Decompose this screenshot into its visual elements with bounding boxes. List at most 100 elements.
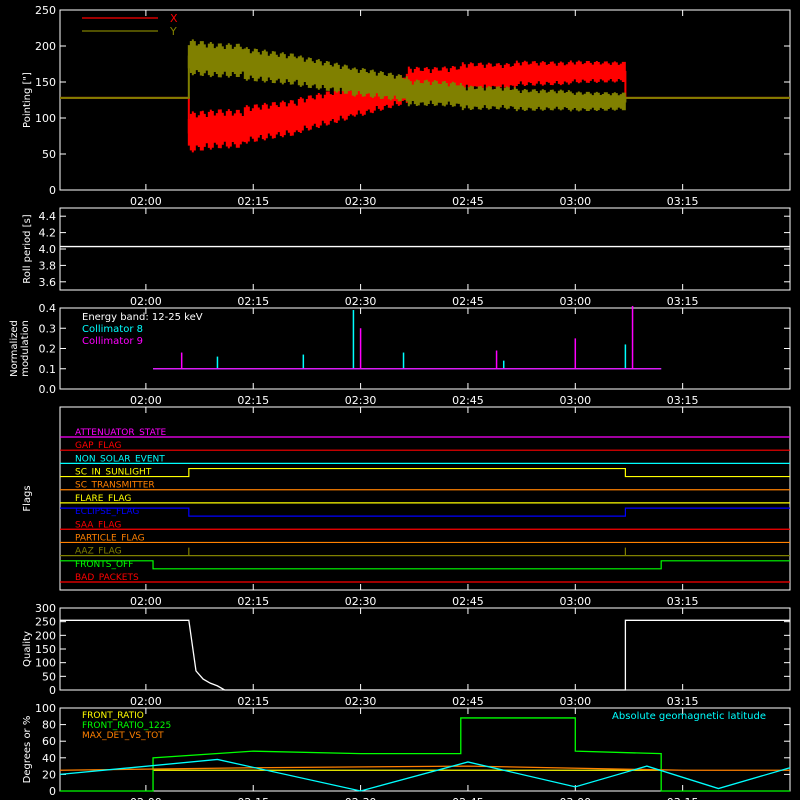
- y-tick-label: 0.0: [39, 383, 57, 396]
- x-tick-label: 03:00: [559, 595, 591, 608]
- panel-5: 02:00 02:15 02:30 02:45 03:00 03:15 0501001502…: [22, 602, 791, 708]
- y-axis-label: Roll period [s]: [22, 214, 33, 283]
- panel-6: 02:00 02:15 02:30 02:45 03:00 03:15 0 20 40 60 80 1…: [22, 702, 791, 800]
- x-tick-label: 02:45: [452, 394, 484, 407]
- y-tick-label: 300: [35, 602, 56, 615]
- y-axis-label-line: modulation: [20, 320, 31, 377]
- flag-label: FRONTS_OFF: [75, 560, 133, 570]
- x-tick-label: 03:15: [667, 394, 699, 407]
- flag-label: AAZ_FLAG: [75, 547, 122, 557]
- plot-frame: [59, 406, 791, 591]
- y-tick-label: 0: [49, 785, 56, 798]
- x-tick-label: 03:15: [667, 195, 699, 208]
- chart-annotation: Energy band: 12-25 keV: [82, 312, 203, 323]
- y-axis-label: Normalizedmodulation: [9, 320, 31, 377]
- x-tick-label: 02:30: [345, 394, 377, 407]
- y-tick-label: 80: [42, 719, 56, 732]
- legend-label: Collimator 9: [82, 336, 143, 347]
- flag-line: [60, 547, 790, 557]
- panel-3: 02:00 02:15 02:30 02:45 03:00 03:15 0.0 0.1 0.2 0…: [9, 302, 791, 407]
- x-tick-label: 03:00: [559, 695, 591, 708]
- chart-annotation: Absolute geomagnetic latitude: [612, 711, 766, 722]
- flag-line: [60, 560, 790, 570]
- y-tick-label: 3.6: [39, 276, 57, 289]
- y-tick-label: 200: [35, 629, 56, 642]
- series-line: [60, 619, 790, 691]
- y-tick-label: 4.2: [39, 227, 57, 240]
- x-tick-label: 02:45: [452, 595, 484, 608]
- x-tick-label: 02:00: [130, 595, 162, 608]
- y-tick-label: 250: [35, 4, 56, 17]
- y-tick-label: 0: [49, 184, 56, 197]
- flag-label: SC_IN_SUNLIGHT: [75, 468, 152, 478]
- x-tick-label: 02:15: [237, 695, 269, 708]
- legend-label: Collimator 8: [82, 324, 143, 335]
- y-tick-label: 100: [35, 112, 56, 125]
- x-tick-label: 02:45: [452, 796, 484, 800]
- y-tick-label: 50: [42, 670, 56, 683]
- flag-label: SC_TRANSMITTER: [75, 481, 155, 491]
- x-tick-label: 03:15: [667, 295, 699, 308]
- x-tick-label: 03:00: [559, 295, 591, 308]
- y-tick-label: 4.0: [39, 243, 57, 256]
- y-tick-label: 0.1: [39, 363, 57, 376]
- x-tick-label: 02:15: [237, 595, 269, 608]
- y-tick-label: 0: [49, 684, 56, 697]
- x-tick-label: 03:00: [559, 394, 591, 407]
- flag-label: BAD_PACKETS: [75, 573, 139, 583]
- y-tick-label: 4.4: [39, 210, 57, 223]
- x-tick-label: 02:30: [345, 695, 377, 708]
- x-tick-label: 03:00: [559, 195, 591, 208]
- legend-label: FRONT_RATIO_1225: [82, 721, 171, 731]
- y-axis-label: Flags: [22, 485, 33, 511]
- x-tick-label: 02:00: [130, 394, 162, 407]
- x-tick-label: 03:15: [667, 695, 699, 708]
- x-tick-label: 02:00: [130, 695, 162, 708]
- x-tick-label: 02:45: [452, 295, 484, 308]
- y-axis-label-line: Normalized: [9, 320, 20, 377]
- x-tick-label: 02:45: [452, 195, 484, 208]
- y-tick-label: 150: [35, 76, 56, 89]
- flag-line: [60, 507, 790, 517]
- legend-label: FRONT_RATIO: [82, 711, 144, 721]
- panel-4: 02:00 02:15 02:30 02:45 03:00 03:15 Flags ATTEN…: [22, 406, 791, 608]
- flag-label: ECLIPSE_FLAG: [75, 507, 139, 517]
- y-tick-label: 150: [35, 643, 56, 656]
- series-line: [59, 758, 791, 792]
- panel-2: 02:00 02:15 02:30 02:45 03:00 03:15 3.6 3.8 4.0 4…: [22, 207, 791, 308]
- x-tick-label: 02:30: [345, 295, 377, 308]
- y-tick-label: 3.8: [39, 259, 57, 272]
- x-tick-label: 02:30: [345, 195, 377, 208]
- x-tick-label: 03:15: [667, 796, 699, 800]
- y-tick-label: 100: [35, 702, 56, 715]
- y-tick-label: 100: [35, 657, 56, 670]
- x-tick-label: 02:15: [237, 295, 269, 308]
- y-tick-label: 50: [42, 148, 56, 161]
- flag-label: GAP_FLAG: [75, 441, 121, 451]
- panel-1: 02:00 02:15 02:30 02:45 03:00 03:15 0 50 100 150 2…: [22, 4, 791, 208]
- y-axis-label: Quality: [22, 631, 33, 667]
- x-tick-label: 03:15: [667, 595, 699, 608]
- x-tick-label: 03:00: [559, 796, 591, 800]
- y-tick-label: 0.3: [39, 322, 57, 335]
- y-tick-label: 40: [42, 752, 56, 765]
- x-tick-label: 02:00: [130, 796, 162, 800]
- y-tick-label: 20: [42, 768, 56, 781]
- x-tick-label: 02:45: [452, 695, 484, 708]
- x-tick-label: 02:30: [345, 796, 377, 800]
- plot-frame: [59, 207, 791, 291]
- y-tick-label: 200: [35, 40, 56, 53]
- x-tick-label: 02:00: [130, 295, 162, 308]
- flag-label: ATTENUATOR_STATE: [75, 428, 167, 438]
- y-axis-label: Pointing ["]: [22, 72, 33, 128]
- x-tick-label: 02:15: [237, 796, 269, 800]
- x-tick-label: 02:15: [237, 195, 269, 208]
- figure-canvas: 02:00 02:15 02:30 02:45 03:00 03:150501001502…: [9, 4, 791, 800]
- flag-label: FLARE_FLAG: [75, 494, 131, 504]
- flag-label: NON_SOLAR_EVENT: [75, 454, 165, 464]
- y-tick-label: 0.2: [39, 343, 57, 356]
- x-tick-label: 02:30: [345, 595, 377, 608]
- legend-label: X: [170, 12, 178, 25]
- legend-label: Y: [169, 25, 177, 38]
- flag-label: SAA_FLAG: [75, 520, 121, 530]
